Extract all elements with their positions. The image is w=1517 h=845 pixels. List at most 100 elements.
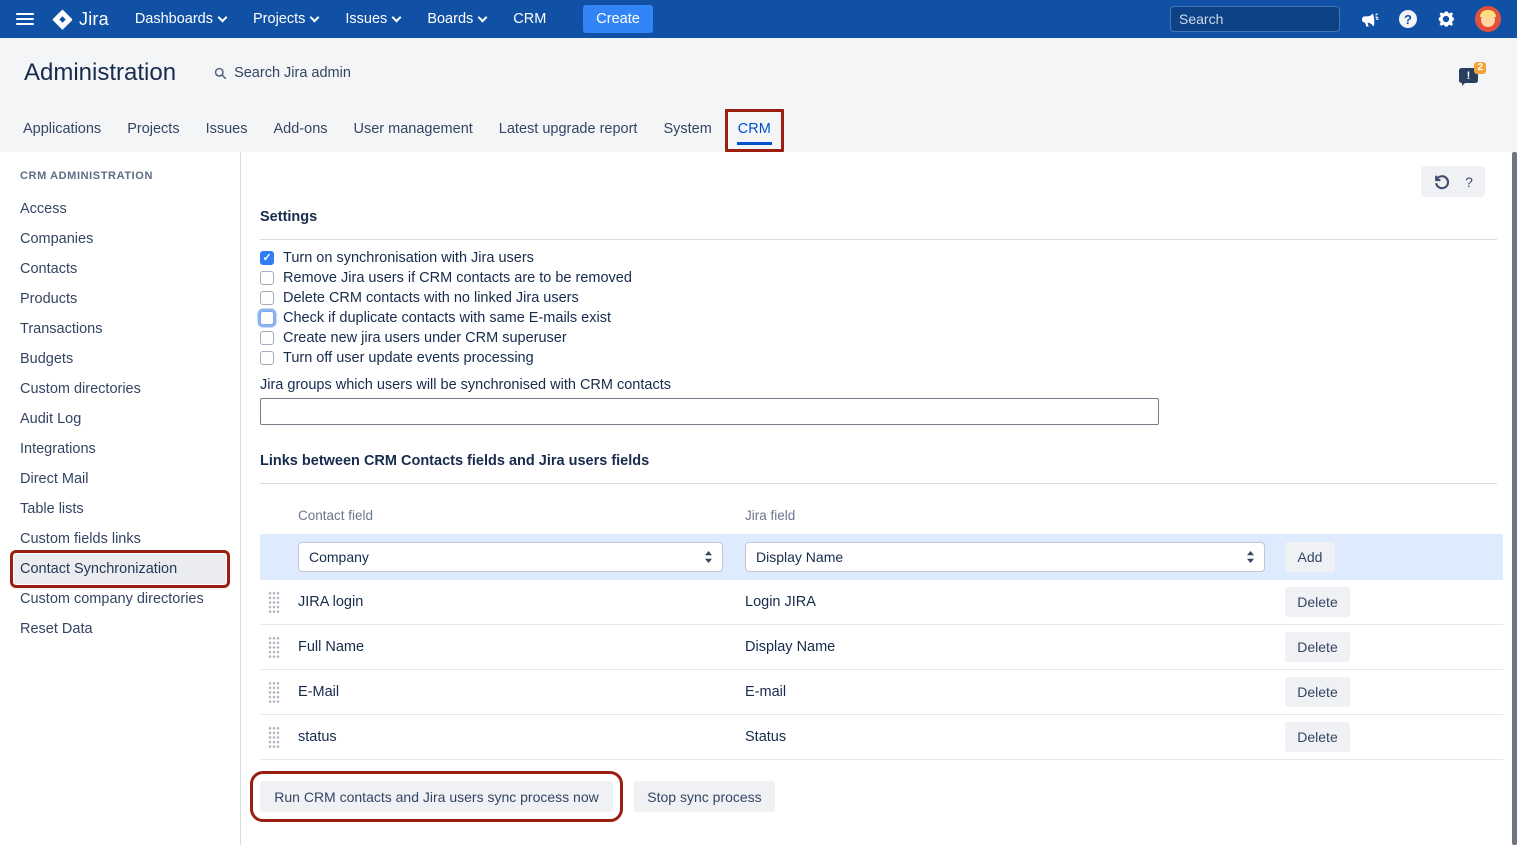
global-search[interactable]: [1170, 6, 1340, 32]
table-row: E-Mail E-mail Delete: [260, 670, 1503, 715]
sidebar-item-audit-log[interactable]: Audit Log: [14, 404, 226, 434]
jira-admin-page: Jira Dashboards Projects Issues Boards C…: [0, 0, 1517, 845]
nav-projects[interactable]: Projects: [253, 11, 318, 27]
divider: [260, 239, 1497, 240]
links-section-title: Links between CRM Contacts fields and Ji…: [260, 453, 649, 469]
setting-row: Turn on synchronisation with Jira users: [260, 248, 632, 268]
checkbox-label: Turn off user update events processing: [283, 350, 534, 366]
sidebar-item-reset-data[interactable]: Reset Data: [14, 614, 226, 644]
sidebar-item-table-lists[interactable]: Table lists: [14, 494, 226, 524]
table-header-row: Contact field Jira field: [260, 504, 1503, 534]
settings-gear-icon[interactable]: [1436, 9, 1456, 29]
page-title: Administration: [24, 59, 176, 87]
hamburger-menu-icon[interactable]: [16, 13, 34, 25]
contact-field-select-value: Company: [309, 549, 369, 565]
sidebar-item-contacts[interactable]: Contacts: [14, 254, 226, 284]
sidebar-item-contact-synchronization[interactable]: Contact Synchronization: [14, 554, 226, 584]
notifications-icon[interactable]: ! 2: [1459, 63, 1483, 83]
stop-sync-button[interactable]: Stop sync process: [634, 781, 775, 812]
contact-field-cell: E-Mail: [298, 670, 339, 715]
create-button[interactable]: Create: [583, 5, 653, 33]
contact-field-cell: JIRA login: [298, 580, 363, 625]
crm-admin-sidebar: CRM ADMINISTRATION Access Companies Cont…: [0, 152, 241, 845]
delete-link-button[interactable]: Delete: [1285, 677, 1350, 707]
sidebar-item-direct-mail[interactable]: Direct Mail: [14, 464, 226, 494]
jira-groups-input[interactable]: [260, 398, 1159, 425]
checkbox-label: Create new jira users under CRM superuse…: [283, 330, 567, 346]
checkbox-turn-off-update-events[interactable]: [260, 351, 274, 365]
global-search-input[interactable]: [1179, 11, 1360, 27]
checkbox-remove-jira-users[interactable]: [260, 271, 274, 285]
help-icon[interactable]: ?: [1465, 174, 1473, 190]
setting-row: Turn off user update events processing: [260, 348, 632, 368]
page-scrollbar[interactable]: [1512, 152, 1517, 845]
sidebar-item-access[interactable]: Access: [14, 194, 226, 224]
contact-field-cell: Full Name: [298, 625, 364, 670]
drag-handle-icon[interactable]: [268, 636, 280, 659]
jira-logo[interactable]: Jira: [52, 9, 109, 30]
jira-logo-icon: [52, 9, 73, 30]
delete-link-button[interactable]: Delete: [1285, 632, 1350, 662]
user-avatar[interactable]: [1475, 6, 1501, 32]
sidebar-item-integrations[interactable]: Integrations: [14, 434, 226, 464]
sidebar-item-transactions[interactable]: Transactions: [14, 314, 226, 344]
jira-field-cell: E-mail: [745, 670, 786, 715]
sidebar-item-products[interactable]: Products: [14, 284, 226, 314]
tab-system[interactable]: System: [650, 109, 724, 152]
jira-groups-label: Jira groups which users will be synchron…: [260, 377, 671, 393]
checkbox-label: Turn on synchronisation with Jira users: [283, 250, 534, 266]
add-link-button[interactable]: Add: [1285, 542, 1335, 572]
announcements-icon[interactable]: [1360, 10, 1380, 29]
drag-handle-icon[interactable]: [268, 681, 280, 704]
checkbox-create-under-superuser[interactable]: [260, 331, 274, 345]
drag-handle-icon[interactable]: [268, 591, 280, 614]
tab-projects[interactable]: Projects: [114, 109, 192, 152]
nav-issues[interactable]: Issues: [345, 11, 400, 27]
tab-addons[interactable]: Add-ons: [261, 109, 341, 152]
refresh-icon[interactable]: [1433, 173, 1450, 190]
tab-issues[interactable]: Issues: [193, 109, 261, 152]
divider: [260, 483, 1497, 484]
chevron-down-icon: [478, 13, 488, 23]
sidebar-item-custom-directories[interactable]: Custom directories: [14, 374, 226, 404]
jira-logo-text: Jira: [79, 9, 109, 30]
select-arrows-icon: [1246, 550, 1255, 564]
tab-user-management[interactable]: User management: [341, 109, 486, 152]
tab-applications[interactable]: Applications: [10, 109, 114, 152]
top-navbar: Jira Dashboards Projects Issues Boards C…: [0, 0, 1517, 38]
select-arrows-icon: [704, 550, 713, 564]
chevron-down-icon: [310, 13, 320, 23]
help-icon[interactable]: ?: [1399, 10, 1417, 28]
column-header-jira-field: Jira field: [745, 508, 795, 523]
jira-field-cell: Status: [745, 715, 786, 760]
sidebar-item-custom-company-directories[interactable]: Custom company directories: [14, 584, 226, 614]
jira-field-select[interactable]: Display Name: [745, 542, 1265, 572]
settings-checkbox-list: Turn on synchronisation with Jira users …: [260, 248, 632, 368]
contact-field-cell: status: [298, 715, 337, 760]
checkbox-label: Check if duplicate contacts with same E-…: [283, 310, 611, 326]
tab-crm[interactable]: CRM: [725, 109, 784, 152]
delete-link-button[interactable]: Delete: [1285, 587, 1350, 617]
checkbox-turn-on-sync[interactable]: [260, 251, 274, 265]
nav-crm[interactable]: CRM: [513, 11, 546, 27]
checkbox-label: Delete CRM contacts with no linked Jira …: [283, 290, 579, 306]
checkbox-delete-crm-contacts[interactable]: [260, 291, 274, 305]
field-links-table: Contact field Jira field Company Display…: [260, 504, 1503, 760]
sidebar-item-custom-fields-links[interactable]: Custom fields links: [14, 524, 226, 554]
nav-boards[interactable]: Boards: [427, 11, 486, 27]
jira-field-select-value: Display Name: [756, 549, 843, 565]
checkbox-check-duplicates[interactable]: [260, 311, 274, 325]
nav-dashboards[interactable]: Dashboards: [135, 11, 226, 27]
tab-latest-upgrade-report[interactable]: Latest upgrade report: [486, 109, 651, 152]
setting-row: Create new jira users under CRM superuse…: [260, 328, 632, 348]
checkbox-label: Remove Jira users if CRM contacts are to…: [283, 270, 632, 286]
column-header-contact-field: Contact field: [298, 508, 373, 523]
delete-link-button[interactable]: Delete: [1285, 722, 1350, 752]
drag-handle-icon[interactable]: [268, 726, 280, 749]
run-sync-button[interactable]: Run CRM contacts and Jira users sync pro…: [260, 781, 613, 812]
admin-search[interactable]: Search Jira admin: [214, 65, 351, 81]
jira-field-cell: Display Name: [745, 625, 835, 670]
sidebar-item-budgets[interactable]: Budgets: [14, 344, 226, 374]
sidebar-item-companies[interactable]: Companies: [14, 224, 226, 254]
contact-field-select[interactable]: Company: [298, 542, 723, 572]
